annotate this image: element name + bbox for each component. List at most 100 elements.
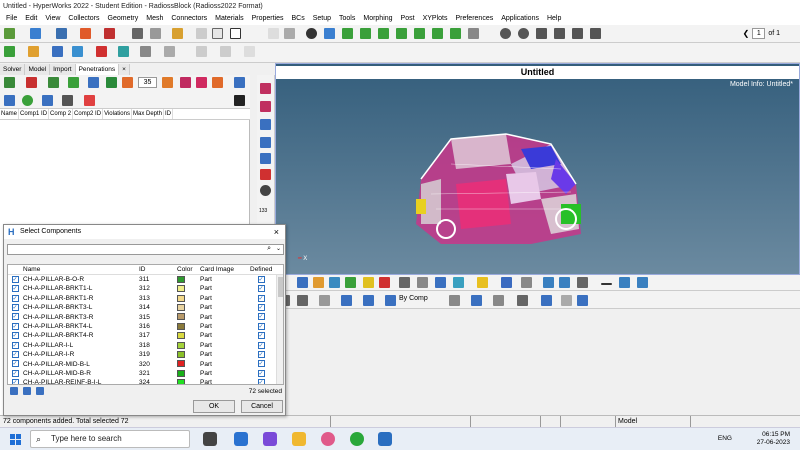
zoom-fit-icon[interactable] (500, 28, 511, 39)
menu-connectors[interactable]: Connectors (167, 13, 211, 25)
arrow-left-icon[interactable] (324, 28, 335, 39)
load-display-icon[interactable] (363, 277, 374, 288)
hand-icon[interactable] (62, 95, 73, 106)
color-swatch[interactable] (177, 284, 200, 293)
row-checkbox[interactable]: ✓ (8, 284, 22, 293)
import-icon[interactable] (80, 28, 91, 39)
column-header[interactable]: Name (0, 109, 20, 119)
row-checkbox[interactable]: ✓ (8, 331, 22, 340)
cursor-icon[interactable] (84, 95, 95, 106)
iso-view-icon[interactable] (450, 28, 461, 39)
color-swatch[interactable] (177, 378, 200, 384)
shade-icon[interactable] (341, 295, 352, 306)
tab-solver[interactable]: Solver (0, 64, 26, 75)
entity-display-icon[interactable] (297, 277, 308, 288)
menu-edit[interactable]: Edit (21, 13, 41, 25)
defined-checkbox[interactable]: ✓ (250, 369, 272, 378)
menu-file[interactable]: File (2, 13, 21, 25)
color-swatch[interactable] (177, 303, 200, 312)
table-row[interactable]: ✓ CH-A-PILLAR-BRKT1-R 313 Part ✓ (8, 294, 283, 303)
threshold-input[interactable]: 35 (138, 77, 157, 88)
column-header[interactable]: Comp2 ID (73, 109, 104, 119)
elem-display-icon[interactable] (449, 295, 460, 306)
chrome-icon[interactable] (350, 432, 364, 446)
page-input[interactable]: 1 (752, 28, 766, 39)
menu-collectors[interactable]: Collectors (64, 13, 103, 25)
table-row[interactable]: ✓ CH-A-PILLAR-BRKT1-L 312 Part ✓ (8, 284, 283, 293)
vis-icon-1[interactable] (260, 83, 271, 94)
table-row[interactable]: ✓ CH-A-PILLAR-REINF-B-I-L 324 Part ✓ (8, 378, 283, 384)
header-card-image[interactable]: Card Image (200, 265, 250, 274)
link-icon[interactable] (42, 95, 53, 106)
color-swatch[interactable] (177, 350, 200, 359)
pan-icon[interactable] (536, 28, 547, 39)
defined-checkbox[interactable]: ✓ (250, 284, 272, 293)
tab-import[interactable]: Import (50, 64, 76, 75)
axis-xy-icon[interactable] (396, 28, 407, 39)
hyperworks-task-icon[interactable] (378, 432, 392, 446)
table-row[interactable]: ✓ CH-A-PILLAR-I-L 318 Part ✓ (8, 341, 283, 350)
loadstep-icon[interactable] (118, 46, 129, 57)
row-checkbox[interactable]: ✓ (8, 303, 22, 312)
table-row[interactable]: ✓ CH-A-PILLAR-B-O-R 311 Part ✓ (8, 275, 283, 284)
defined-checkbox[interactable]: ✓ (250, 350, 272, 359)
defined-checkbox[interactable]: ✓ (250, 294, 272, 303)
row-checkbox[interactable]: ✓ (8, 313, 22, 322)
menu-mesh[interactable]: Mesh (142, 13, 167, 25)
rotate-icon[interactable] (554, 28, 565, 39)
table-row[interactable]: ✓ CH-A-PILLAR-BRKT3-R 315 Part ✓ (8, 313, 283, 322)
zoom-in-icon[interactable] (518, 28, 529, 39)
search-icon[interactable]: ⌕ (267, 245, 271, 253)
column-header[interactable]: Comp 2 (49, 109, 74, 119)
menu-materials[interactable]: Materials (211, 13, 247, 25)
menu-preferences[interactable]: Preferences (451, 13, 497, 25)
color-swatch[interactable] (177, 331, 200, 340)
comp-display-icon[interactable] (313, 277, 324, 288)
cycle-icon[interactable] (637, 277, 648, 288)
spin-icon[interactable] (572, 28, 583, 39)
defined-checkbox[interactable]: ✓ (250, 341, 272, 350)
wire-icon[interactable] (363, 295, 374, 306)
menu-setup[interactable]: Setup (309, 13, 335, 25)
color-swatch[interactable] (177, 369, 200, 378)
component-search-input[interactable]: ⌕ ⌄ (7, 244, 284, 255)
property-icon[interactable] (72, 46, 83, 57)
component-icon[interactable] (4, 46, 15, 57)
back-icon[interactable] (543, 277, 554, 288)
row-checkbox[interactable]: ✓ (8, 341, 22, 350)
color-swatch[interactable] (177, 294, 200, 303)
menu-view[interactable]: View (41, 13, 64, 25)
forward-icon[interactable] (559, 277, 570, 288)
tab-close[interactable]: × (119, 64, 130, 75)
store-icon[interactable] (234, 432, 248, 446)
frame-icon[interactable] (230, 28, 241, 39)
menu-post[interactable]: Post (397, 13, 419, 25)
zoom-icon[interactable] (306, 28, 317, 39)
vis-icon-7[interactable] (260, 185, 271, 196)
defined-checkbox[interactable]: ✓ (250, 378, 272, 384)
vis-icon-3[interactable] (260, 119, 271, 130)
loadcol-icon[interactable] (96, 46, 107, 57)
select-all-icon[interactable] (10, 387, 18, 395)
sys-display-icon[interactable] (379, 277, 390, 288)
pointer-icon[interactable] (234, 95, 245, 106)
header-name[interactable]: Name (22, 265, 139, 274)
zoom-penetration-icon[interactable] (162, 77, 173, 88)
feature-icon[interactable] (541, 295, 552, 306)
tab-penetrations[interactable]: Penetrations (75, 64, 120, 75)
save-icon[interactable] (56, 28, 67, 39)
defined-checkbox[interactable]: ✓ (250, 331, 272, 340)
cancel-button[interactable]: Cancel (241, 400, 283, 413)
axis-x-icon[interactable] (342, 28, 353, 39)
vis-icon-5[interactable] (260, 153, 271, 164)
material-icon[interactable] (52, 46, 63, 57)
task-view-icon[interactable] (203, 432, 217, 446)
menu-xyplots[interactable]: XYPlots (419, 13, 452, 25)
list-icon[interactable] (88, 77, 99, 88)
camera-icon[interactable] (468, 28, 479, 39)
defined-checkbox[interactable]: ✓ (250, 275, 272, 284)
defined-checkbox[interactable]: ✓ (250, 360, 272, 369)
vis-icon-4[interactable] (260, 137, 271, 148)
export-icon[interactable] (104, 28, 115, 39)
table-row[interactable]: ✓ CH-A-PILLAR-BRKT4-R 317 Part ✓ (8, 331, 283, 340)
